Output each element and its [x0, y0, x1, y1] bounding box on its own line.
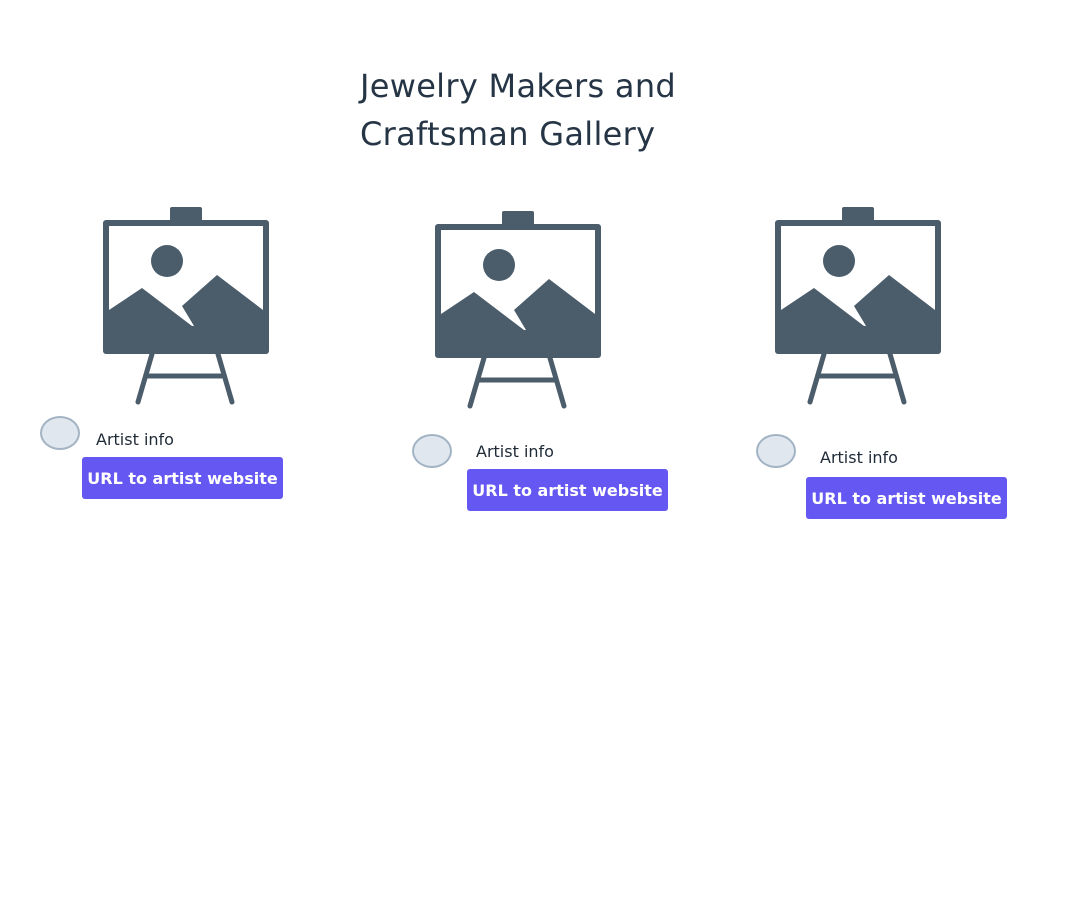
easel-picture-icon [434, 210, 602, 410]
artist-website-button[interactable]: URL to artist website [806, 477, 1007, 519]
artist-info-label: Artist info [820, 448, 898, 467]
artist-website-button[interactable]: URL to artist website [82, 457, 283, 499]
easel-picture-icon [102, 206, 270, 406]
artist-info-label: Artist info [96, 430, 174, 449]
easel-picture-icon [774, 206, 942, 406]
artist-website-button[interactable]: URL to artist website [467, 469, 668, 511]
artist-avatar [756, 434, 796, 468]
artist-info-label: Artist info [476, 442, 554, 461]
page-title: Jewelry Makers and Craftsman Gallery [360, 67, 677, 153]
artist-avatar [40, 416, 80, 450]
artist-avatar [412, 434, 452, 468]
